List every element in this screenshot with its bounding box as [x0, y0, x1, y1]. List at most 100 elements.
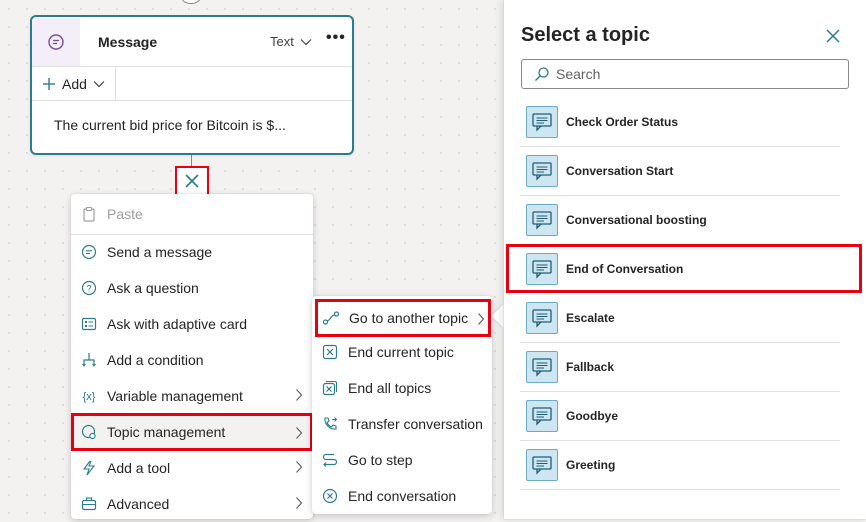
topic-search-input[interactable]: Search: [521, 59, 849, 89]
close-menu-button[interactable]: [175, 166, 209, 196]
panel-title: Select a topic: [521, 24, 650, 46]
add-button[interactable]: Add: [32, 66, 116, 101]
menu-item-label: Send a message: [107, 244, 213, 260]
close-icon[interactable]: [824, 27, 842, 45]
chevron-right-icon: [296, 461, 303, 473]
plus-icon: [43, 77, 55, 90]
topic-label: End of Conversation: [566, 261, 684, 276]
chevron-down-icon: [93, 80, 105, 87]
svg-text:{x}: {x}: [83, 391, 96, 403]
chevron-right-icon: [296, 389, 303, 401]
submenu-item-label: End all topics: [348, 380, 432, 396]
topic-label: Greeting: [566, 458, 616, 472]
add-label: Add: [62, 75, 87, 92]
chevron-right-icon: [296, 427, 303, 439]
menu-item-adaptive-card[interactable]: Ask with adaptive card: [71, 306, 313, 342]
topic-chat-icon: [526, 252, 558, 285]
topic-chat-icon: [526, 400, 558, 432]
topic-chat-icon: [526, 106, 558, 138]
step-icon: [320, 450, 340, 470]
menu-item-paste[interactable]: Paste: [71, 196, 313, 232]
variable-icon: {x}: [79, 386, 99, 406]
chat-bubble-icon: [32, 17, 80, 66]
submenu-item-label: Go to step: [348, 452, 413, 468]
menu-item-label: Ask with adaptive card: [107, 316, 248, 332]
link-icon: [321, 308, 341, 328]
menu-item-add-tool[interactable]: Add a tool: [71, 450, 313, 486]
menu-item-ask-question[interactable]: ? Ask a question: [71, 270, 313, 306]
topic-label: Escalate: [566, 311, 615, 325]
topic-icon: [79, 422, 99, 442]
submenu-item-go-to-step[interactable]: Go to step: [312, 442, 492, 478]
topic-item-goodbye[interactable]: Goodbye: [520, 392, 840, 441]
topic-item-escalate[interactable]: Escalate: [520, 294, 840, 343]
submenu-item-transfer-conversation[interactable]: Transfer conversation: [312, 406, 492, 442]
card-icon: [79, 314, 99, 334]
end-all-icon: [320, 378, 340, 398]
submenu-item-go-to-topic[interactable]: Go to another topic: [315, 299, 491, 337]
submenu-item-end-all-topics[interactable]: End all topics: [312, 370, 492, 406]
topic-chat-icon: [526, 204, 558, 236]
svg-text:?: ?: [86, 284, 91, 294]
topic-item-greeting[interactable]: Greeting: [520, 441, 840, 490]
question-icon: ?: [79, 278, 99, 298]
topic-item-conversational-boosting[interactable]: Conversational boosting: [520, 196, 840, 245]
end-conversation-icon: [320, 486, 340, 506]
topic-item-conversation-start[interactable]: Conversation Start: [520, 147, 840, 196]
paste-icon: [79, 204, 99, 224]
topic-management-submenu: Go to another topic End current topic En…: [312, 296, 492, 514]
topic-chat-icon: [526, 351, 558, 383]
message-type-label: Text: [270, 34, 294, 49]
topic-label: Conversation Start: [566, 164, 674, 178]
menu-item-variable-management[interactable]: {x} Variable management: [71, 378, 313, 414]
message-node-toolbar: Add: [32, 66, 352, 101]
chevron-right-icon: [478, 313, 485, 325]
menu-item-send-message[interactable]: Send a message: [71, 234, 313, 270]
submenu-item-label: Go to another topic: [349, 310, 469, 326]
close-icon: [185, 174, 199, 188]
menu-item-label: Add a tool: [107, 460, 171, 476]
message-type-dropdown[interactable]: Text: [270, 34, 312, 49]
phone-transfer-icon: [320, 414, 340, 434]
submenu-item-label: Transfer conversation: [348, 416, 483, 432]
topic-label: Conversational boosting: [566, 213, 707, 227]
topic-item-fallback[interactable]: Fallback: [520, 343, 840, 392]
search-placeholder: Search: [556, 66, 601, 82]
chevron-down-icon: [300, 38, 312, 45]
search-icon: [534, 66, 550, 82]
add-node-menu: Paste Send a message ? Ask a question As…: [71, 194, 313, 519]
branch-icon: [79, 350, 99, 370]
topic-chat-icon: [526, 449, 558, 481]
topic-item-check-order-status[interactable]: Check Order Status: [520, 98, 840, 147]
tool-icon: [79, 458, 99, 478]
topic-chat-icon: [526, 155, 558, 187]
chevron-right-icon: [296, 497, 303, 509]
topic-label: Check Order Status: [566, 115, 679, 129]
briefcase-icon: [79, 494, 99, 514]
menu-item-label: Add a condition: [107, 352, 204, 368]
menu-item-label: Topic management: [107, 424, 226, 440]
connector-line: [191, 155, 192, 166]
menu-item-label: Ask a question: [107, 280, 199, 296]
menu-item-add-condition[interactable]: Add a condition: [71, 342, 313, 378]
topic-item-end-of-conversation[interactable]: End of Conversation: [506, 244, 862, 293]
more-options-button[interactable]: •••: [326, 29, 346, 47]
submenu-item-end-conversation[interactable]: End conversation: [312, 478, 492, 514]
message-text[interactable]: The current bid price for Bitcoin is $..…: [32, 101, 352, 133]
topic-label: Goodbye: [566, 409, 619, 423]
message-node-title: Message: [98, 33, 158, 50]
select-topic-panel: Select a topic Search Check Order Status…: [504, 0, 866, 519]
message-node-header: Message Text •••: [32, 17, 352, 67]
message-icon: [79, 242, 99, 262]
message-node[interactable]: Message Text ••• Add The current bid pri…: [30, 15, 354, 155]
topic-chat-icon: [526, 302, 558, 334]
menu-item-label: Paste: [107, 206, 143, 222]
menu-item-topic-management[interactable]: Topic management: [71, 413, 313, 451]
menu-item-advanced[interactable]: Advanced: [71, 486, 313, 522]
submenu-item-label: End conversation: [348, 488, 457, 504]
submenu-item-label: End current topic: [348, 344, 454, 360]
menu-item-label: Advanced: [107, 496, 170, 512]
submenu-item-end-current-topic[interactable]: End current topic: [312, 334, 492, 370]
end-topic-icon: [320, 342, 340, 362]
topic-label: Fallback: [566, 360, 615, 374]
